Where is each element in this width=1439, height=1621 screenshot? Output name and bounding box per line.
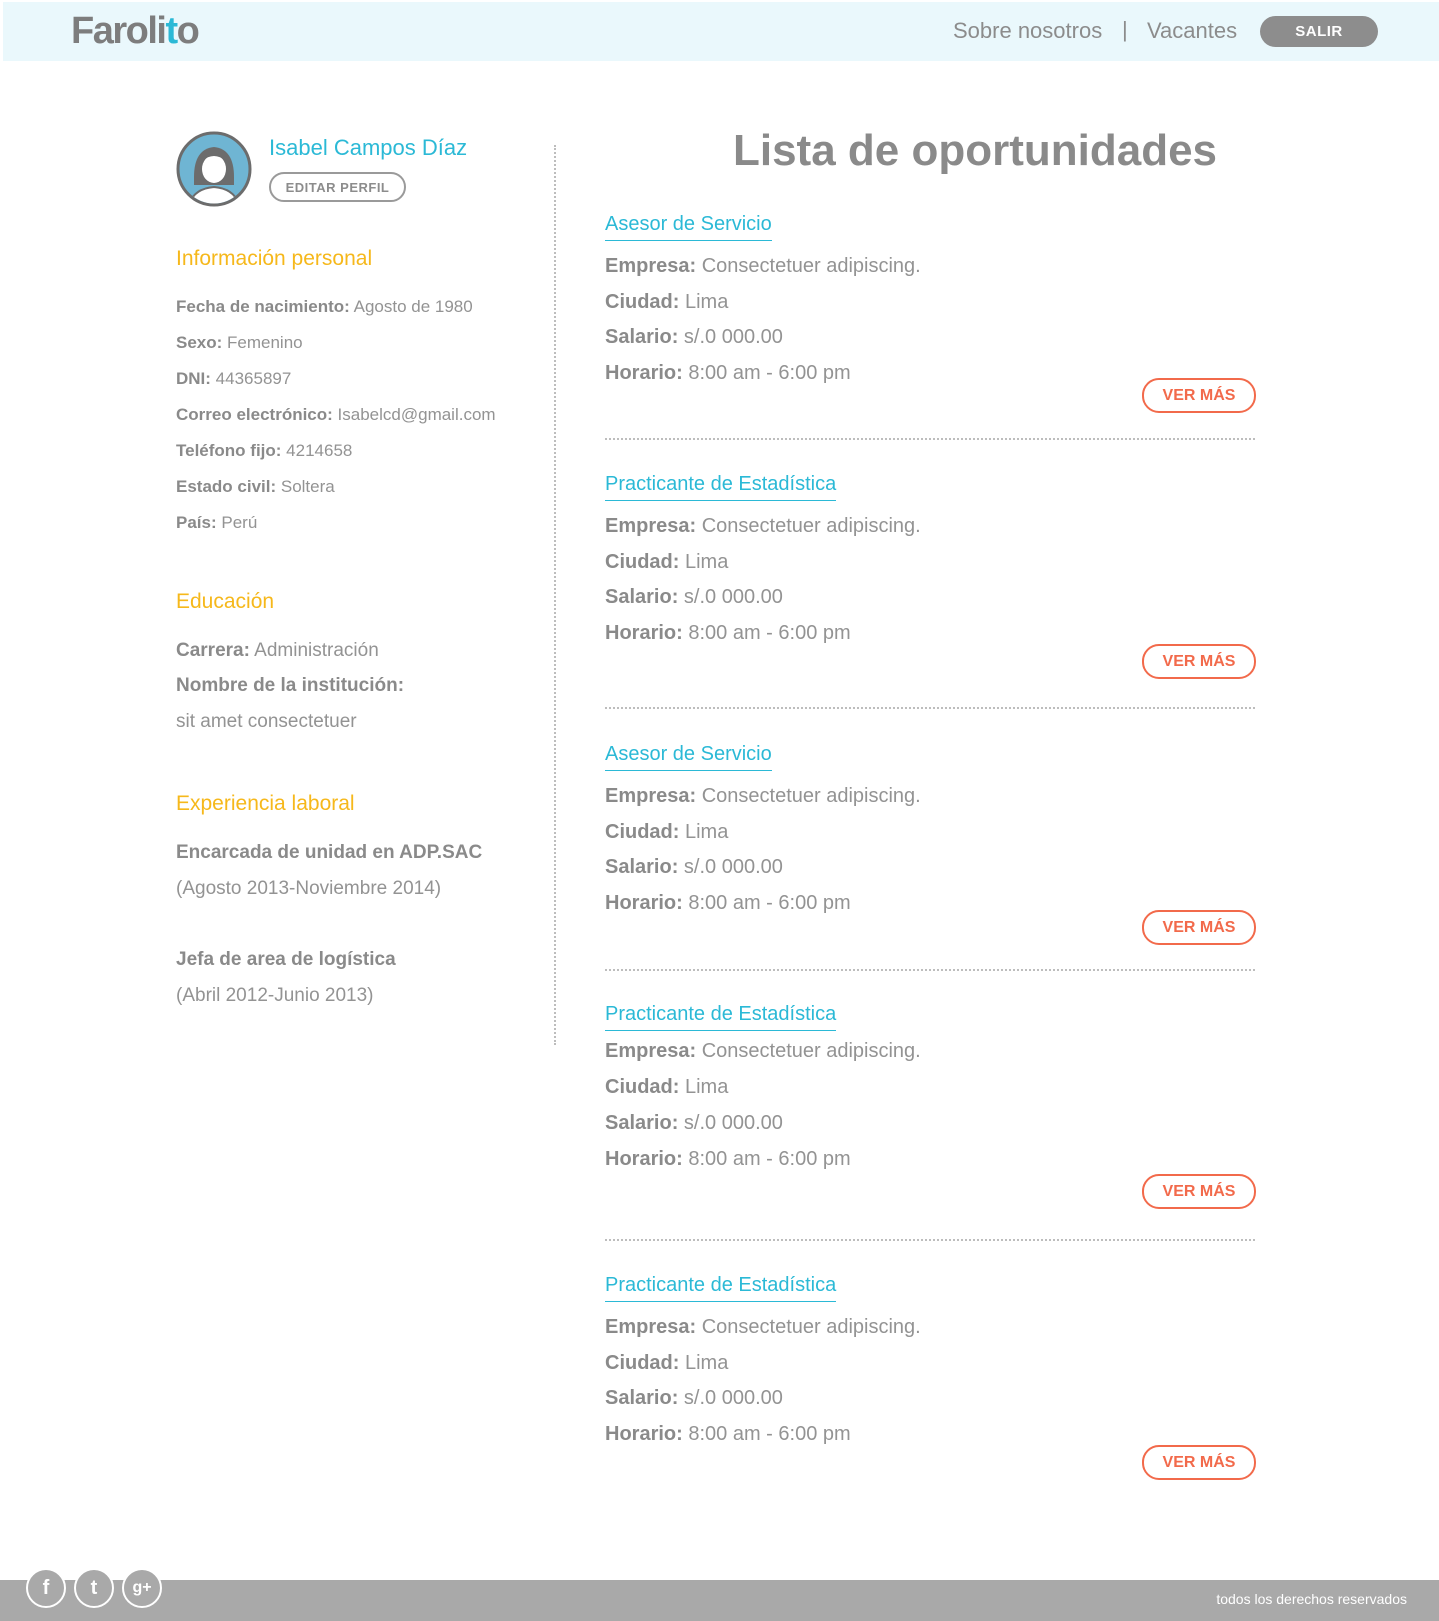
birth-date-field: Fecha de nacimiento: Agosto de 1980 xyxy=(176,297,473,317)
job-schedule: Horario: 8:00 am - 6:00 pm xyxy=(605,1148,851,1170)
view-more-button[interactable]: VER MÁS xyxy=(1142,910,1256,945)
logo-text-accent: t xyxy=(165,10,178,52)
field-label: Carrera: xyxy=(176,640,250,661)
nav-link-vacancies[interactable]: Vacantes xyxy=(1147,18,1237,44)
user-avatar-icon xyxy=(176,131,252,207)
civil-status-field: Estado civil: Soltera xyxy=(176,477,335,497)
job-company: Empresa: Consectetuer adipiscing. xyxy=(605,785,921,807)
experience-role: Encarcada de unidad en ADP.SAC xyxy=(176,842,483,863)
email-field: Correo electrónico: Isabelcd@gmail.com xyxy=(176,405,496,425)
job-card: Asesor de Servicio Empresa: Consectetuer… xyxy=(605,212,1256,452)
experience-period: (Abril 2012-Junio 2013) xyxy=(176,985,374,1006)
job-title-link[interactable]: Practicante de Estadística xyxy=(605,1273,837,1302)
page-title: Lista de oportunidades xyxy=(732,126,1218,175)
job-salary: Salario: s/.0 000.00 xyxy=(605,326,783,348)
facebook-icon[interactable]: f xyxy=(26,1568,66,1608)
view-more-button[interactable]: VER MÁS xyxy=(1142,1174,1256,1209)
job-title-link[interactable]: Asesor de Servicio xyxy=(605,212,772,241)
job-title-link[interactable]: Practicante de Estadística xyxy=(605,472,837,501)
dni-field: DNI: 44365897 xyxy=(176,369,291,389)
job-divider xyxy=(605,438,1255,440)
job-city: Ciudad: Lima xyxy=(605,291,729,313)
view-more-button[interactable]: VER MÁS xyxy=(1142,378,1256,413)
job-salary: Salario: s/.0 000.00 xyxy=(605,1387,783,1409)
field-value: Soltera xyxy=(276,477,335,496)
logout-button[interactable]: SALIR xyxy=(1260,16,1378,47)
job-city: Ciudad: Lima xyxy=(605,1352,729,1374)
field-label: Sexo: xyxy=(176,333,223,352)
copyright-text: todos los derechos reservados xyxy=(1216,1591,1407,1607)
field-value: Femenino xyxy=(222,333,303,352)
edit-profile-button[interactable]: EDITAR PERFIL xyxy=(269,172,406,202)
institution-label: Nombre de la institución: xyxy=(176,675,405,696)
job-card: Practicante de Estadística Empresa: Cons… xyxy=(605,472,1256,712)
job-salary: Salario: s/.0 000.00 xyxy=(605,1112,783,1134)
job-salary: Salario: s/.0 000.00 xyxy=(605,856,783,878)
job-city: Ciudad: Lima xyxy=(605,1076,729,1098)
nav-separator: | xyxy=(1122,17,1128,42)
job-card: Practicante de Estadística Empresa: Cons… xyxy=(605,1002,1256,1242)
experience-period: (Agosto 2013-Noviembre 2014) xyxy=(176,878,442,899)
job-title-link[interactable]: Asesor de Servicio xyxy=(605,742,772,771)
job-company: Empresa: Consectetuer adipiscing. xyxy=(605,1040,921,1062)
job-schedule: Horario: 8:00 am - 6:00 pm xyxy=(605,622,851,644)
field-label: Teléfono fijo: xyxy=(176,441,282,460)
site-logo[interactable]: Farolito xyxy=(71,10,200,52)
country-field: País: Perú xyxy=(176,513,257,533)
job-schedule: Horario: 8:00 am - 6:00 pm xyxy=(605,362,851,384)
twitter-icon[interactable]: t xyxy=(74,1568,114,1608)
nav-link-about[interactable]: Sobre nosotros xyxy=(953,18,1102,44)
career-field: Carrera: Administración xyxy=(176,640,379,663)
job-salary: Salario: s/.0 000.00 xyxy=(605,586,783,608)
field-value: Perú xyxy=(216,513,258,532)
logo-text-tail: o xyxy=(176,10,200,52)
job-title-link[interactable]: Practicante de Estadística xyxy=(605,1002,837,1031)
top-header: Farolito Sobre nosotros | Vacantes SALIR xyxy=(3,2,1439,61)
field-label: DNI: xyxy=(176,369,211,388)
institution-value: sit amet consectetuer xyxy=(176,711,357,732)
job-divider xyxy=(605,1239,1255,1241)
field-label: Fecha de nacimiento: xyxy=(176,297,350,316)
field-value: Isabelcd@gmail.com xyxy=(332,405,496,424)
job-company: Empresa: Consectetuer adipiscing. xyxy=(605,255,921,277)
view-more-button[interactable]: VER MÁS xyxy=(1142,1445,1256,1480)
job-schedule: Horario: 8:00 am - 6:00 pm xyxy=(605,892,851,914)
field-label: Estado civil: xyxy=(176,477,277,496)
google-plus-icon[interactable]: g+ xyxy=(122,1568,162,1608)
column-divider xyxy=(554,145,556,1045)
view-more-button[interactable]: VER MÁS xyxy=(1142,644,1256,679)
job-divider xyxy=(605,707,1255,709)
job-city: Ciudad: Lima xyxy=(605,821,729,843)
field-label: País: xyxy=(176,513,217,532)
phone-field: Teléfono fijo: 4214658 xyxy=(176,441,352,461)
personal-info-title: Información personal xyxy=(176,247,373,270)
job-card: Asesor de Servicio Empresa: Consectetuer… xyxy=(605,742,1256,982)
job-city: Ciudad: Lima xyxy=(605,551,729,573)
job-divider xyxy=(605,969,1255,971)
education-title: Educación xyxy=(176,590,275,613)
field-value: 44365897 xyxy=(210,369,292,388)
field-value: Administración xyxy=(249,640,379,661)
user-name: Isabel Campos Díaz xyxy=(269,135,468,160)
job-company: Empresa: Consectetuer adipiscing. xyxy=(605,515,921,537)
logo-text-main: Faroli xyxy=(71,10,167,52)
sex-field: Sexo: Femenino xyxy=(176,333,303,353)
job-card: Practicante de Estadística Empresa: Cons… xyxy=(605,1273,1256,1513)
field-value: 4214658 xyxy=(281,441,353,460)
experience-title: Experiencia laboral xyxy=(176,792,355,815)
job-schedule: Horario: 8:00 am - 6:00 pm xyxy=(605,1423,851,1445)
experience-role: Jefa de area de logística xyxy=(176,949,396,970)
field-label: Correo electrónico: xyxy=(176,405,333,424)
job-company: Empresa: Consectetuer adipiscing. xyxy=(605,1316,921,1338)
field-value: Agosto de 1980 xyxy=(349,297,473,316)
